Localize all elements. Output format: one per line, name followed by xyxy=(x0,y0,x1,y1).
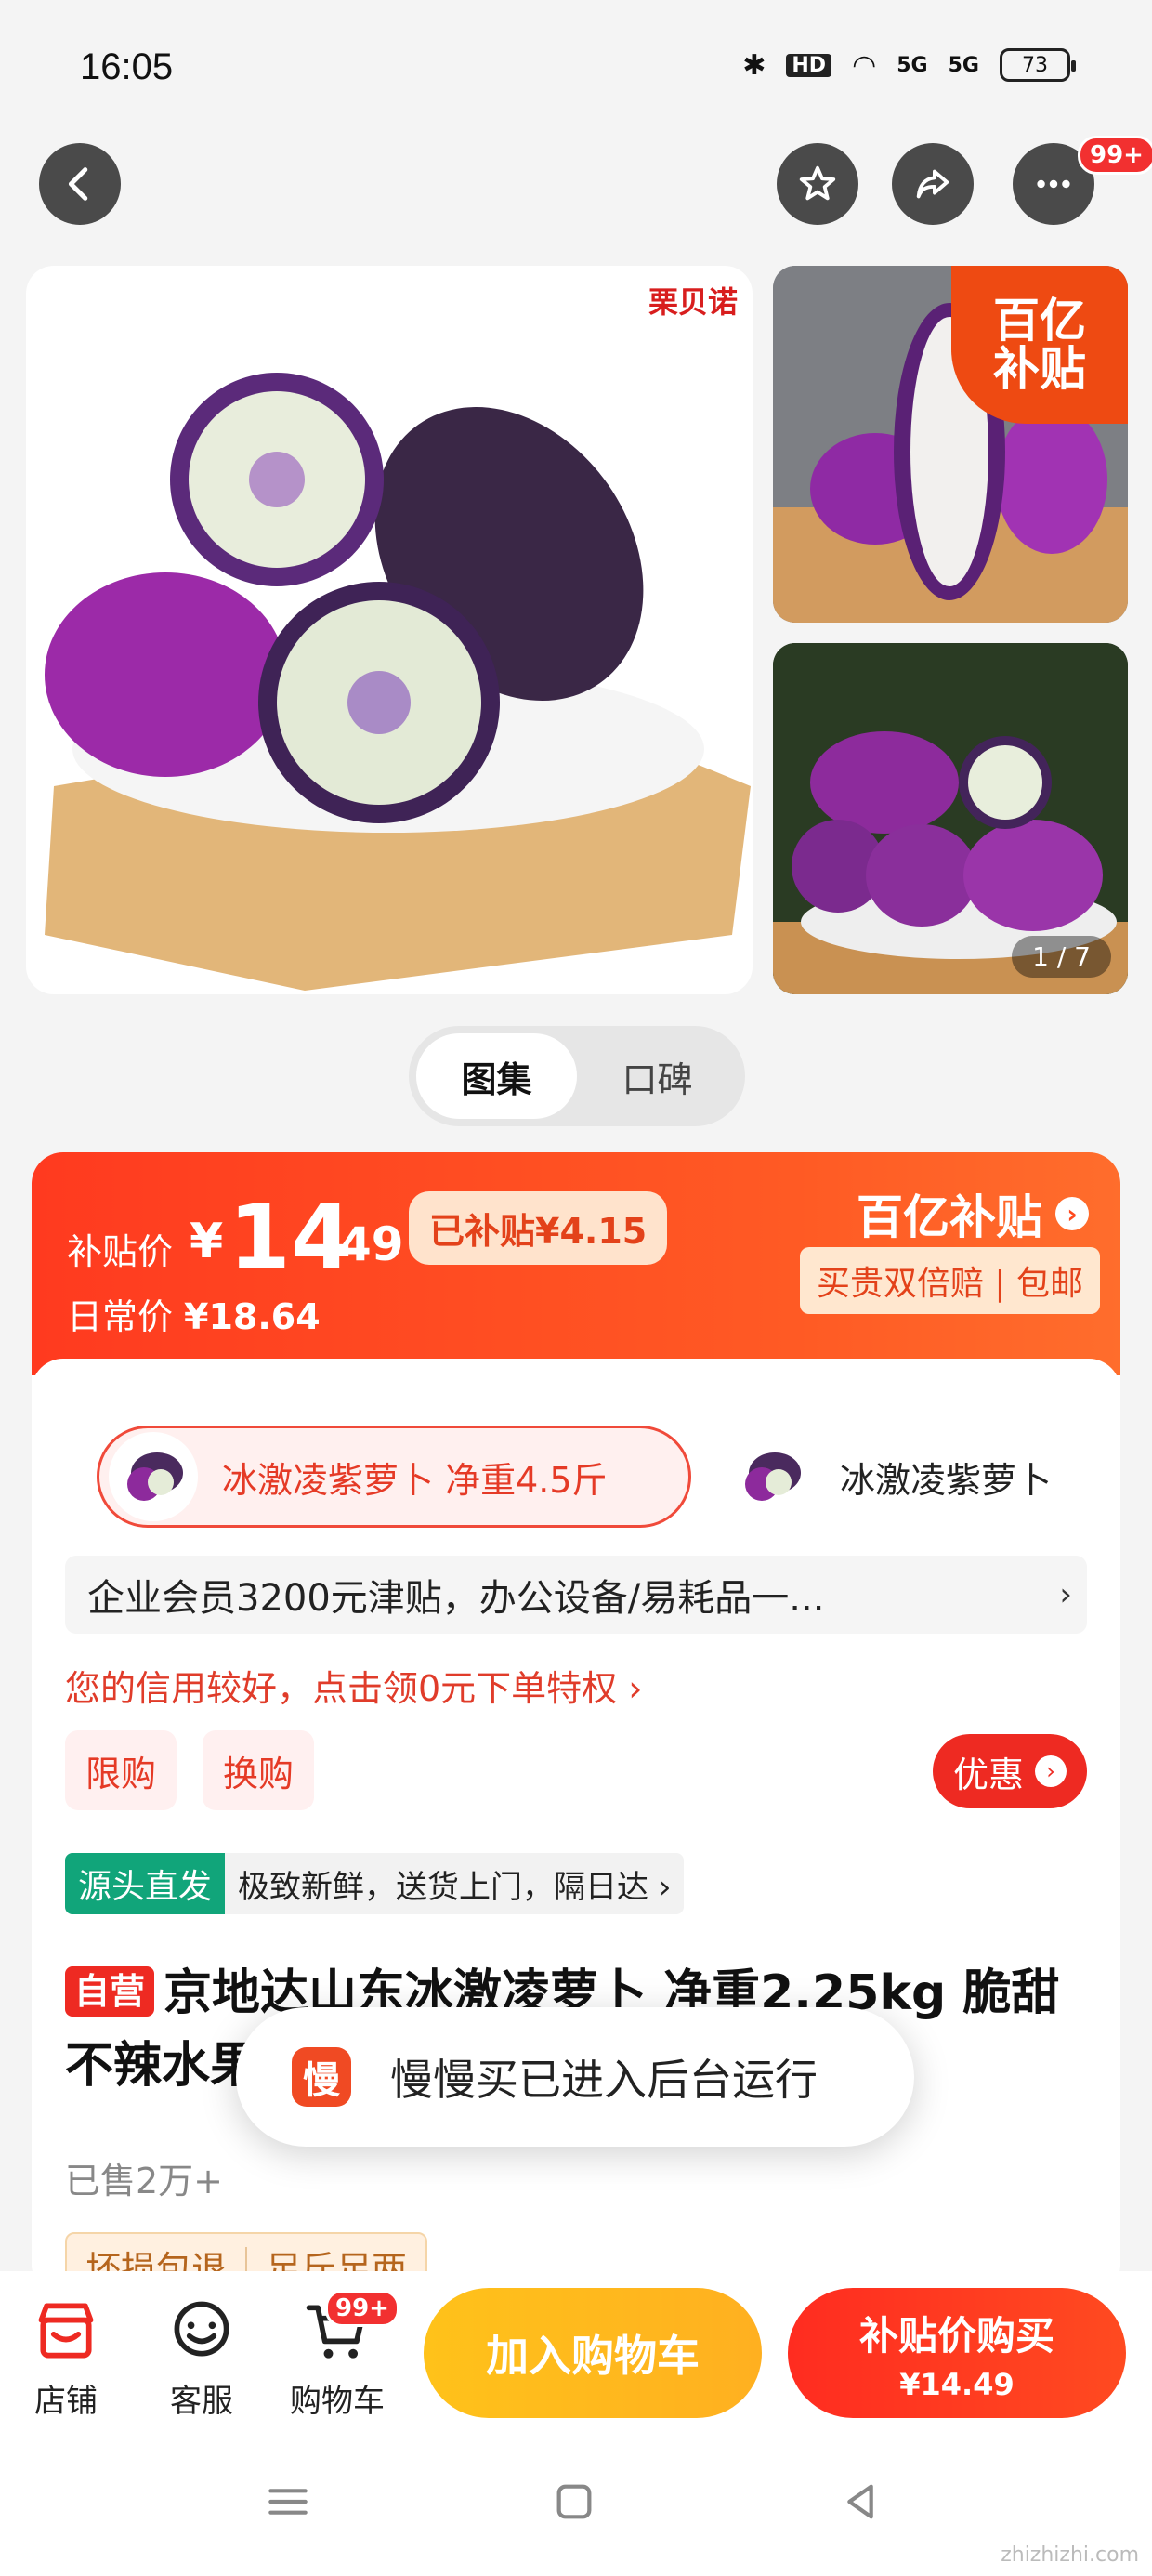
limit-purchase-tag[interactable]: 限购 xyxy=(65,1730,177,1810)
chat-smile-icon xyxy=(174,2301,229,2357)
back-button[interactable] xyxy=(39,143,121,225)
share-icon xyxy=(916,169,949,199)
corporate-member-text: 企业会员3200元津贴，办公设备/易耗品一... xyxy=(87,1577,825,1620)
main-product-image[interactable]: 栗贝诺 xyxy=(26,266,753,994)
home-square-icon[interactable] xyxy=(548,2476,600,2528)
system-navigation-bar: zhizhizhi.com xyxy=(0,2429,1152,2576)
subsidy-price-label: 补贴价 xyxy=(67,1231,174,1272)
discount-button[interactable]: 优惠 › xyxy=(932,1734,1087,1808)
source-shipping-text: 极致新鲜，送货上门，隔日达 › xyxy=(238,1868,672,1906)
variant-thumbnail xyxy=(727,1432,816,1521)
message-badge: 99+ xyxy=(1078,136,1152,175)
status-time: 16:05 xyxy=(80,46,174,87)
billion-subsidy-label: 百亿补贴 xyxy=(857,1190,1042,1244)
radish-mini-icon xyxy=(127,1452,183,1501)
toast-text: 慢慢买已进入后台运行 xyxy=(390,2055,818,2105)
cart-count-badge: 99+ xyxy=(325,2290,399,2327)
pager-total: 7 xyxy=(1074,941,1091,972)
gallery-thumbnail-1[interactable]: 百亿 补贴 xyxy=(773,266,1128,623)
price-decimal: .49 xyxy=(321,1217,404,1271)
customer-service-label: 客服 xyxy=(170,2383,233,2420)
menu-icon[interactable] xyxy=(262,2476,314,2528)
variant-label: 冰激凌紫萝卜 净重4.5斤 xyxy=(222,1459,608,1501)
star-icon xyxy=(799,165,836,201)
store-label: 店铺 xyxy=(34,2383,98,2420)
sold-count: 已售2万+ xyxy=(65,2161,224,2201)
buy-now-label: 补贴价购买 xyxy=(858,2312,1054,2359)
customer-service-button[interactable]: 客服 xyxy=(151,2295,253,2421)
buy-now-button[interactable]: 补贴价购买 ¥14.49 xyxy=(788,2288,1126,2418)
price-banner[interactable]: 补贴价 ¥ 14 .49 已补贴¥4.15 日常价 ¥18.64 百亿补贴 › 买… xyxy=(32,1152,1120,1375)
app-icon: 慢 xyxy=(292,2047,351,2107)
back-triangle-icon[interactable] xyxy=(834,2476,886,2528)
share-button[interactable] xyxy=(892,143,974,225)
add-to-cart-button[interactable]: 加入购物车 xyxy=(424,2288,762,2418)
corporate-member-row[interactable]: 企业会员3200元津贴，办公设备/易耗品一... › xyxy=(65,1556,1087,1634)
variant-label: 冰激凌紫萝卜 xyxy=(840,1459,1053,1501)
chevron-left-icon xyxy=(68,167,88,201)
exchange-purchase-tag[interactable]: 换购 xyxy=(203,1730,315,1810)
variant-option-selected[interactable]: 冰激凌紫萝卜 净重4.5斤 xyxy=(97,1426,691,1528)
store-icon xyxy=(38,2303,94,2359)
pager-current: 1 xyxy=(1032,941,1049,972)
signal-2-icon: 5G xyxy=(948,53,979,77)
daily-price-label: 日常价 xyxy=(67,1296,174,1337)
background-running-toast: 慢 慢慢买已进入后台运行 xyxy=(236,2007,914,2147)
subsidized-amount-badge: 已补贴¥4.15 xyxy=(409,1191,668,1265)
bluetooth-icon: ✱ xyxy=(742,48,766,82)
discount-label: 优惠 xyxy=(952,1754,1024,1795)
subsidy-corner-line2: 补贴 xyxy=(993,342,1086,396)
variant-option[interactable]: 冰激凌紫萝卜 xyxy=(717,1426,1120,1528)
favorite-button[interactable] xyxy=(777,143,858,225)
chevron-right-icon: › xyxy=(1059,1576,1072,1613)
source-shipping-row[interactable]: 源头直发 极致新鲜，送货上门，隔日达 › xyxy=(65,1853,685,1914)
tab-gallery[interactable]: 图集 xyxy=(416,1033,577,1119)
chevron-right-icon: › xyxy=(1035,1755,1067,1787)
source-direct-tag: 源头直发 xyxy=(65,1853,226,1914)
subsidy-corner-line1: 百亿 xyxy=(993,293,1086,348)
daily-price-value: ¥18.64 xyxy=(184,1296,321,1337)
hd-icon: HD xyxy=(786,53,832,77)
site-watermark: zhizhizhi.com xyxy=(1001,2543,1139,2567)
radish-mini-icon xyxy=(745,1452,801,1501)
battery-icon: 73 xyxy=(1000,48,1076,82)
buy-now-price: ¥14.49 xyxy=(899,2366,1015,2402)
credit-privilege-link[interactable]: 您的信用较好，点击领0元下单特权 › xyxy=(65,1660,642,1711)
radish-plate-image xyxy=(45,373,751,991)
gallery-pager: 1 / 7 xyxy=(1012,936,1111,978)
self-operated-badge: 自营 xyxy=(65,1966,155,2017)
signal-1-icon: 5G xyxy=(897,53,928,77)
brand-watermark: 栗贝诺 xyxy=(648,284,738,320)
gallery-thumbnail-2[interactable]: 1 / 7 xyxy=(773,643,1128,994)
more-dots-icon xyxy=(1037,179,1070,189)
cart-label: 购物车 xyxy=(290,2383,385,2420)
card-body: 冰激凌紫萝卜 净重4.5斤 冰激凌紫萝卜 企业会员3200元津贴，办公设备/易耗… xyxy=(32,1359,1120,2295)
price-guarantee: 买贵双倍赔 | 包邮 xyxy=(799,1247,1100,1314)
bottom-action-bar: 店铺 客服 购物车 99+ 加入购物车 补贴价购买 ¥14.49 xyxy=(0,2271,1152,2429)
status-icons: ✱ HD ◠ 5G 5G 73 xyxy=(742,48,1076,82)
store-button[interactable]: 店铺 xyxy=(15,2295,117,2421)
chevron-right-icon: › xyxy=(1055,1197,1089,1230)
gallery-tabs: 图集 口碑 xyxy=(409,1026,745,1126)
status-bar: 16:05 ✱ HD ◠ 5G 5G 73 xyxy=(0,0,1152,130)
price-currency: ¥ xyxy=(190,1214,224,1269)
variant-thumbnail xyxy=(109,1432,198,1521)
subsidy-corner-badge: 百亿 补贴 xyxy=(951,266,1128,424)
billion-subsidy-brand[interactable]: 百亿补贴 › xyxy=(857,1180,1089,1247)
wifi-icon: ◠ xyxy=(852,48,877,82)
tab-reviews[interactable]: 口碑 xyxy=(577,1033,738,1119)
daily-price: 日常价 ¥18.64 xyxy=(67,1288,321,1339)
